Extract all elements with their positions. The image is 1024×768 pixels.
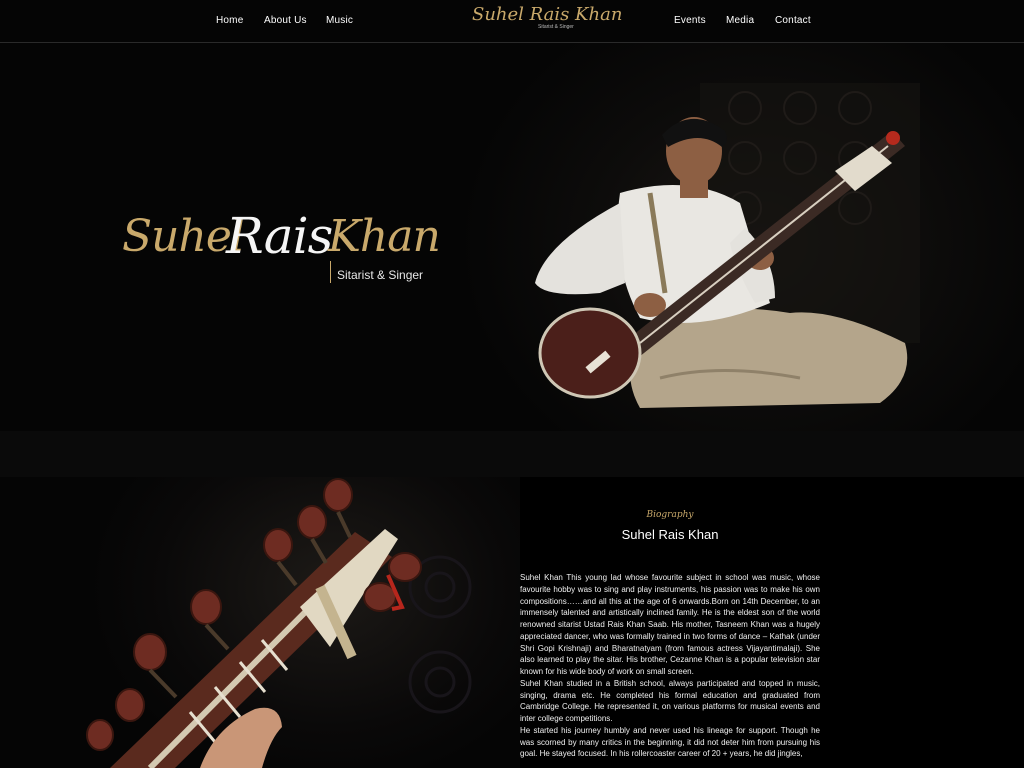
hero-tagline: Sitarist & Singer bbox=[337, 268, 424, 282]
hero-banner: Suhel Rais Khan Sitarist & Singer bbox=[0, 43, 1024, 431]
biography-text: Suhel Khan This young lad whose favourit… bbox=[520, 572, 820, 760]
top-navigation: Home About Us Music Suhel Rais Khan Sita… bbox=[0, 0, 1024, 43]
biography-paragraph: Suhel Khan studied in a British school, … bbox=[520, 678, 820, 723]
hero-logo-divider bbox=[330, 261, 331, 283]
biography-paragraph: Suhel Khan This young lad whose favourit… bbox=[520, 573, 820, 676]
nav-media-link[interactable]: Media bbox=[726, 15, 754, 26]
site-logo-script: Suhel Rais Khan bbox=[472, 4, 623, 25]
nav-music-link[interactable]: Music bbox=[326, 15, 353, 26]
site-logo[interactable]: Suhel Rais Khan Sitarist & Singer bbox=[472, 4, 622, 38]
biography-title: Suhel Rais Khan bbox=[621, 527, 719, 542]
site-logo-subtitle: Sitarist & Singer bbox=[538, 24, 574, 30]
biography-paragraph: He started his journey humbly and never … bbox=[520, 725, 820, 759]
sitar-closeup-photo bbox=[0, 477, 520, 768]
nav-about-link[interactable]: About Us bbox=[264, 15, 307, 26]
hero-logo: Suhel Rais Khan Sitarist & Singer bbox=[122, 207, 442, 301]
section-divider bbox=[0, 431, 1024, 477]
biography-kicker: Biography bbox=[646, 510, 694, 520]
nav-contact-link[interactable]: Contact bbox=[775, 15, 811, 26]
sitar-closeup-illustration bbox=[86, 478, 472, 768]
nav-events-link[interactable]: Events bbox=[674, 15, 706, 26]
hero-logo-middle-name: Rais bbox=[226, 207, 333, 265]
nav-home-link[interactable]: Home bbox=[216, 15, 243, 26]
biography-section: Biography Suhel Rais Khan Suhel Khan Thi… bbox=[520, 477, 1024, 768]
hero-logo-last-name: Khan bbox=[328, 211, 441, 262]
